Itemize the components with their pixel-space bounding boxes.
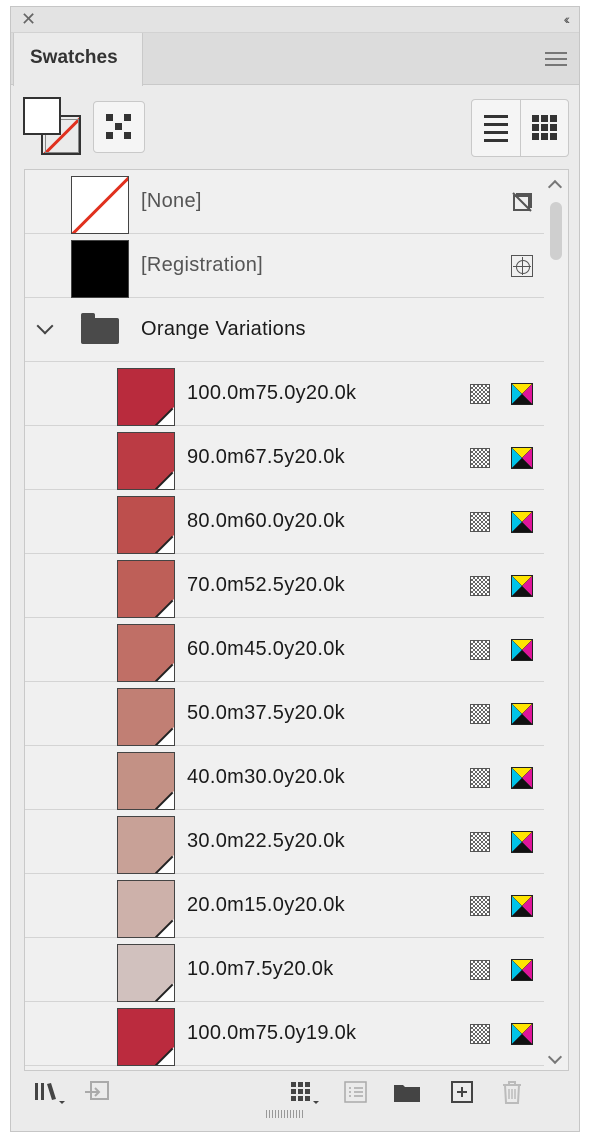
- tab-swatches[interactable]: Swatches: [13, 33, 143, 86]
- panel-title-bar: ✕ ‹‹: [11, 7, 579, 33]
- swatch-row[interactable]: 50.0m37.5y20.0k: [25, 682, 544, 746]
- swatch-label: 30.0m22.5y20.0k: [187, 830, 345, 852]
- list-view-icon[interactable]: [472, 100, 520, 156]
- swatch-label: [Registration]: [141, 254, 264, 276]
- none-swatch-chip: [71, 176, 129, 234]
- fill-proxy-icon[interactable]: [23, 97, 61, 135]
- global-process-icon: [470, 960, 490, 980]
- global-process-icon: [470, 832, 490, 852]
- libraries-icon[interactable]: [33, 1079, 67, 1105]
- cmyk-mode-icon: [511, 1023, 533, 1045]
- tab-bar: Swatches: [11, 33, 579, 86]
- swatch-row[interactable]: 10.0m7.5y20.0k: [25, 938, 544, 1002]
- swatch-label: 60.0m45.0y20.0k: [187, 638, 345, 660]
- swatch-label: 100.0m75.0y20.0k: [187, 382, 357, 404]
- swatch-row[interactable]: 100.0m75.0y19.0k: [25, 1002, 544, 1066]
- registration-swatch-chip: [71, 240, 129, 298]
- swatch-chip: [117, 688, 175, 746]
- cmyk-mode-icon: [511, 767, 533, 789]
- collapse-panel-icon[interactable]: ‹‹: [564, 11, 571, 27]
- swatch-row[interactable]: 30.0m22.5y20.0k: [25, 810, 544, 874]
- global-process-icon: [470, 768, 490, 788]
- swatch-chip: [117, 560, 175, 618]
- scrollbar[interactable]: [544, 170, 568, 1070]
- new-color-group-icon[interactable]: [392, 1079, 422, 1105]
- swatch-chip: [117, 1008, 175, 1066]
- swatch-label: 40.0m30.0y20.0k: [187, 766, 345, 788]
- swatch-label: 90.0m67.5y20.0k: [187, 446, 345, 468]
- chevron-down-icon[interactable]: [36, 317, 54, 335]
- swatch-chip: [117, 880, 175, 938]
- swatch-chip: [117, 752, 175, 810]
- cmyk-mode-icon: [511, 703, 533, 725]
- no-edit-icon: [512, 192, 532, 212]
- color-group-row[interactable]: Orange Variations: [25, 298, 544, 362]
- global-process-icon: [470, 448, 490, 468]
- swatch-row-registration[interactable]: [Registration]: [25, 234, 544, 298]
- swatch-label: 70.0m52.5y20.0k: [187, 574, 345, 596]
- scroll-down-icon[interactable]: [547, 1049, 563, 1065]
- swatch-label: 10.0m7.5y20.0k: [187, 958, 334, 980]
- swatch-row[interactable]: 90.0m67.5y20.0k: [25, 426, 544, 490]
- swatch-row-none[interactable]: [None]: [25, 170, 544, 234]
- cmyk-mode-icon: [511, 895, 533, 917]
- view-toggle-group: [471, 99, 569, 157]
- swatch-chip: [117, 944, 175, 1002]
- cmyk-mode-icon: [511, 383, 533, 405]
- global-process-icon: [470, 1024, 490, 1044]
- swatch-options-button[interactable]: [93, 101, 145, 153]
- cmyk-mode-icon: [511, 575, 533, 597]
- folder-icon: [81, 313, 119, 344]
- swatch-options-icon[interactable]: [343, 1079, 369, 1105]
- swatch-chip: [117, 624, 175, 682]
- registration-target-icon: [511, 255, 533, 277]
- swatch-chip: [117, 432, 175, 490]
- swatch-row[interactable]: 70.0m52.5y20.0k: [25, 554, 544, 618]
- global-process-icon: [470, 640, 490, 660]
- scroll-thumb[interactable]: [550, 202, 562, 260]
- cmyk-mode-icon: [511, 447, 533, 469]
- show-swatch-kinds-icon[interactable]: [289, 1079, 323, 1105]
- swatch-row[interactable]: 100.0m75.0y20.0k: [25, 362, 544, 426]
- swatches-panel: ✕ ‹‹ Swatches [None] [Registration] Oran…: [10, 6, 580, 1132]
- cmyk-mode-icon: [511, 511, 533, 533]
- global-process-icon: [470, 384, 490, 404]
- cmyk-mode-icon: [511, 639, 533, 661]
- swatch-row[interactable]: 40.0m30.0y20.0k: [25, 746, 544, 810]
- swatch-list[interactable]: [None] [Registration] Orange Variations …: [24, 169, 569, 1071]
- panel-menu-icon[interactable]: [545, 52, 567, 68]
- thumbnail-view-icon[interactable]: [521, 100, 569, 156]
- tab-label: Swatches: [30, 47, 118, 68]
- global-process-icon: [470, 512, 490, 532]
- place-swatch-icon[interactable]: [83, 1079, 113, 1105]
- cmyk-mode-icon: [511, 959, 533, 981]
- swatch-label: [None]: [141, 190, 202, 212]
- new-swatch-icon[interactable]: [449, 1079, 475, 1105]
- resize-grip[interactable]: [266, 1110, 304, 1118]
- swatch-label: 20.0m15.0y20.0k: [187, 894, 345, 916]
- delete-swatch-icon[interactable]: [499, 1079, 525, 1105]
- swatch-row[interactable]: 20.0m15.0y20.0k: [25, 874, 544, 938]
- swatch-label: 80.0m60.0y20.0k: [187, 510, 345, 532]
- global-process-icon: [470, 576, 490, 596]
- fill-stroke-proxy[interactable]: [23, 97, 85, 159]
- swatch-chip: [117, 496, 175, 554]
- swatch-row[interactable]: 80.0m60.0y20.0k: [25, 490, 544, 554]
- swatch-chip: [117, 816, 175, 874]
- cmyk-mode-icon: [511, 831, 533, 853]
- close-icon[interactable]: ✕: [21, 10, 36, 28]
- swatch-label: 100.0m75.0y19.0k: [187, 1022, 357, 1044]
- scroll-up-icon[interactable]: [547, 179, 563, 195]
- swatch-chip: [117, 368, 175, 426]
- swatch-label: 50.0m37.5y20.0k: [187, 702, 345, 724]
- global-process-icon: [470, 704, 490, 724]
- group-label: Orange Variations: [141, 318, 306, 340]
- global-process-icon: [470, 896, 490, 916]
- swatch-row[interactable]: 60.0m45.0y20.0k: [25, 618, 544, 682]
